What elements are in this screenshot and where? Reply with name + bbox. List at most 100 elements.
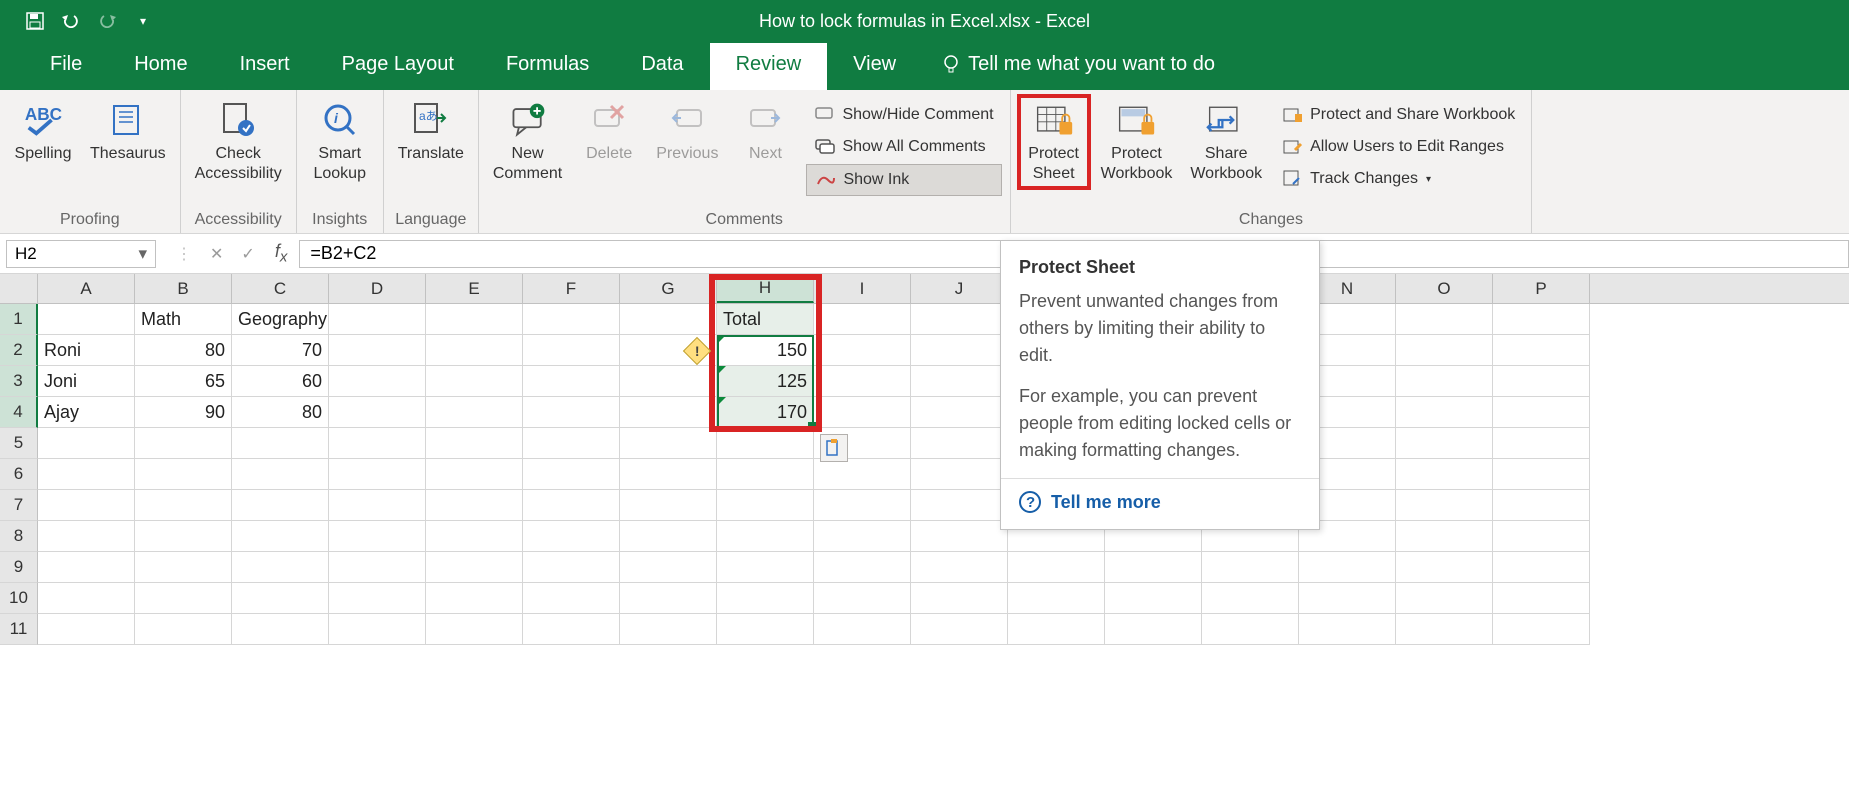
cell[interactable] xyxy=(1202,583,1299,614)
cell[interactable] xyxy=(1396,490,1493,521)
cell[interactable] xyxy=(329,459,426,490)
cell[interactable] xyxy=(329,490,426,521)
cell[interactable] xyxy=(911,490,1008,521)
cell-P1[interactable] xyxy=(1493,304,1590,335)
cell[interactable] xyxy=(814,583,911,614)
cell[interactable] xyxy=(1299,552,1396,583)
row-header-6[interactable]: 6 xyxy=(0,459,38,490)
row-header-11[interactable]: 11 xyxy=(0,614,38,645)
next-comment-button[interactable]: Next xyxy=(730,96,800,168)
cell[interactable] xyxy=(1396,521,1493,552)
cell[interactable] xyxy=(523,428,620,459)
thesaurus-button[interactable]: Thesaurus xyxy=(84,96,172,168)
cell[interactable] xyxy=(426,614,523,645)
cell[interactable] xyxy=(717,521,814,552)
cell-F4[interactable] xyxy=(523,397,620,428)
cell[interactable] xyxy=(1493,583,1590,614)
check-accessibility-button[interactable]: CheckAccessibility xyxy=(189,96,288,188)
cancel-icon[interactable]: ✕ xyxy=(210,244,223,264)
translate-button[interactable]: aあ Translate xyxy=(392,96,470,168)
row-header-8[interactable]: 8 xyxy=(0,521,38,552)
cell-I2[interactable] xyxy=(814,335,911,366)
cell[interactable] xyxy=(232,428,329,459)
cell-A1[interactable] xyxy=(38,304,135,335)
cell-P3[interactable] xyxy=(1493,366,1590,397)
cell[interactable] xyxy=(135,552,232,583)
col-header-E[interactable]: E xyxy=(426,274,523,303)
col-header-F[interactable]: F xyxy=(523,274,620,303)
previous-comment-button[interactable]: Previous xyxy=(650,96,724,168)
tell-me-search[interactable]: Tell me what you want to do xyxy=(922,43,1235,90)
cell-B4[interactable]: 90 xyxy=(135,397,232,428)
cell[interactable] xyxy=(523,614,620,645)
cell-J4[interactable] xyxy=(911,397,1008,428)
paste-options-button[interactable] xyxy=(820,434,848,462)
col-header-D[interactable]: D xyxy=(329,274,426,303)
cell-A3[interactable]: Joni xyxy=(38,366,135,397)
cell[interactable] xyxy=(1396,583,1493,614)
select-all-corner[interactable] xyxy=(0,274,38,303)
cell[interactable] xyxy=(1396,552,1493,583)
row-header-4[interactable]: 4 xyxy=(0,397,38,428)
protect-sheet-button[interactable]: ProtectSheet xyxy=(1019,96,1089,188)
tab-insert[interactable]: Insert xyxy=(214,43,316,90)
row-header-1[interactable]: 1 xyxy=(0,304,38,335)
cell[interactable] xyxy=(814,552,911,583)
cell[interactable] xyxy=(814,490,911,521)
cell[interactable] xyxy=(426,490,523,521)
cell[interactable] xyxy=(1105,583,1202,614)
cell[interactable] xyxy=(1008,614,1105,645)
delete-comment-button[interactable]: Delete xyxy=(574,96,644,168)
cell[interactable] xyxy=(38,490,135,521)
cell[interactable] xyxy=(38,459,135,490)
tab-formulas[interactable]: Formulas xyxy=(480,43,615,90)
cell-I1[interactable] xyxy=(814,304,911,335)
col-header-O[interactable]: O xyxy=(1396,274,1493,303)
cell[interactable] xyxy=(38,521,135,552)
cell-P4[interactable] xyxy=(1493,397,1590,428)
cell[interactable] xyxy=(523,459,620,490)
cell-E1[interactable] xyxy=(426,304,523,335)
cell-H4[interactable]: 170 xyxy=(717,397,814,428)
cell[interactable] xyxy=(329,521,426,552)
col-header-I[interactable]: I xyxy=(814,274,911,303)
cell[interactable] xyxy=(135,521,232,552)
tell-me-more-link[interactable]: ? Tell me more xyxy=(1019,491,1301,513)
protect-workbook-button[interactable]: ProtectWorkbook xyxy=(1095,96,1179,188)
cell[interactable] xyxy=(1105,552,1202,583)
cell[interactable] xyxy=(814,614,911,645)
row-header-10[interactable]: 10 xyxy=(0,583,38,614)
tab-home[interactable]: Home xyxy=(108,43,213,90)
cell[interactable] xyxy=(1493,614,1590,645)
cell[interactable] xyxy=(38,583,135,614)
undo-icon[interactable] xyxy=(60,10,82,32)
tab-file[interactable]: File xyxy=(24,43,108,90)
cell[interactable] xyxy=(426,521,523,552)
track-changes-button[interactable]: Track Changes ▾ xyxy=(1274,164,1523,194)
col-header-G[interactable]: G xyxy=(620,274,717,303)
cell[interactable] xyxy=(717,583,814,614)
cell-B1[interactable]: Math xyxy=(135,304,232,335)
cell-E2[interactable] xyxy=(426,335,523,366)
col-header-P[interactable]: P xyxy=(1493,274,1590,303)
cell-D1[interactable] xyxy=(329,304,426,335)
cell[interactable] xyxy=(1493,552,1590,583)
cell-H3[interactable]: 125 xyxy=(717,366,814,397)
cell-C4[interactable]: 80 xyxy=(232,397,329,428)
col-header-C[interactable]: C xyxy=(232,274,329,303)
cell[interactable] xyxy=(523,521,620,552)
cell[interactable] xyxy=(814,521,911,552)
cell[interactable] xyxy=(38,428,135,459)
name-box[interactable]: H2 ▾ xyxy=(6,240,156,268)
cell-B2[interactable]: 80 xyxy=(135,335,232,366)
cell-H2[interactable]: 150 xyxy=(717,335,814,366)
row-header-3[interactable]: 3 xyxy=(0,366,38,397)
cell-D2[interactable] xyxy=(329,335,426,366)
cell[interactable] xyxy=(1299,583,1396,614)
cell[interactable] xyxy=(717,614,814,645)
cell-B3[interactable]: 65 xyxy=(135,366,232,397)
cell[interactable] xyxy=(620,583,717,614)
cell[interactable] xyxy=(911,428,1008,459)
cell[interactable] xyxy=(1396,428,1493,459)
cell[interactable] xyxy=(1299,614,1396,645)
